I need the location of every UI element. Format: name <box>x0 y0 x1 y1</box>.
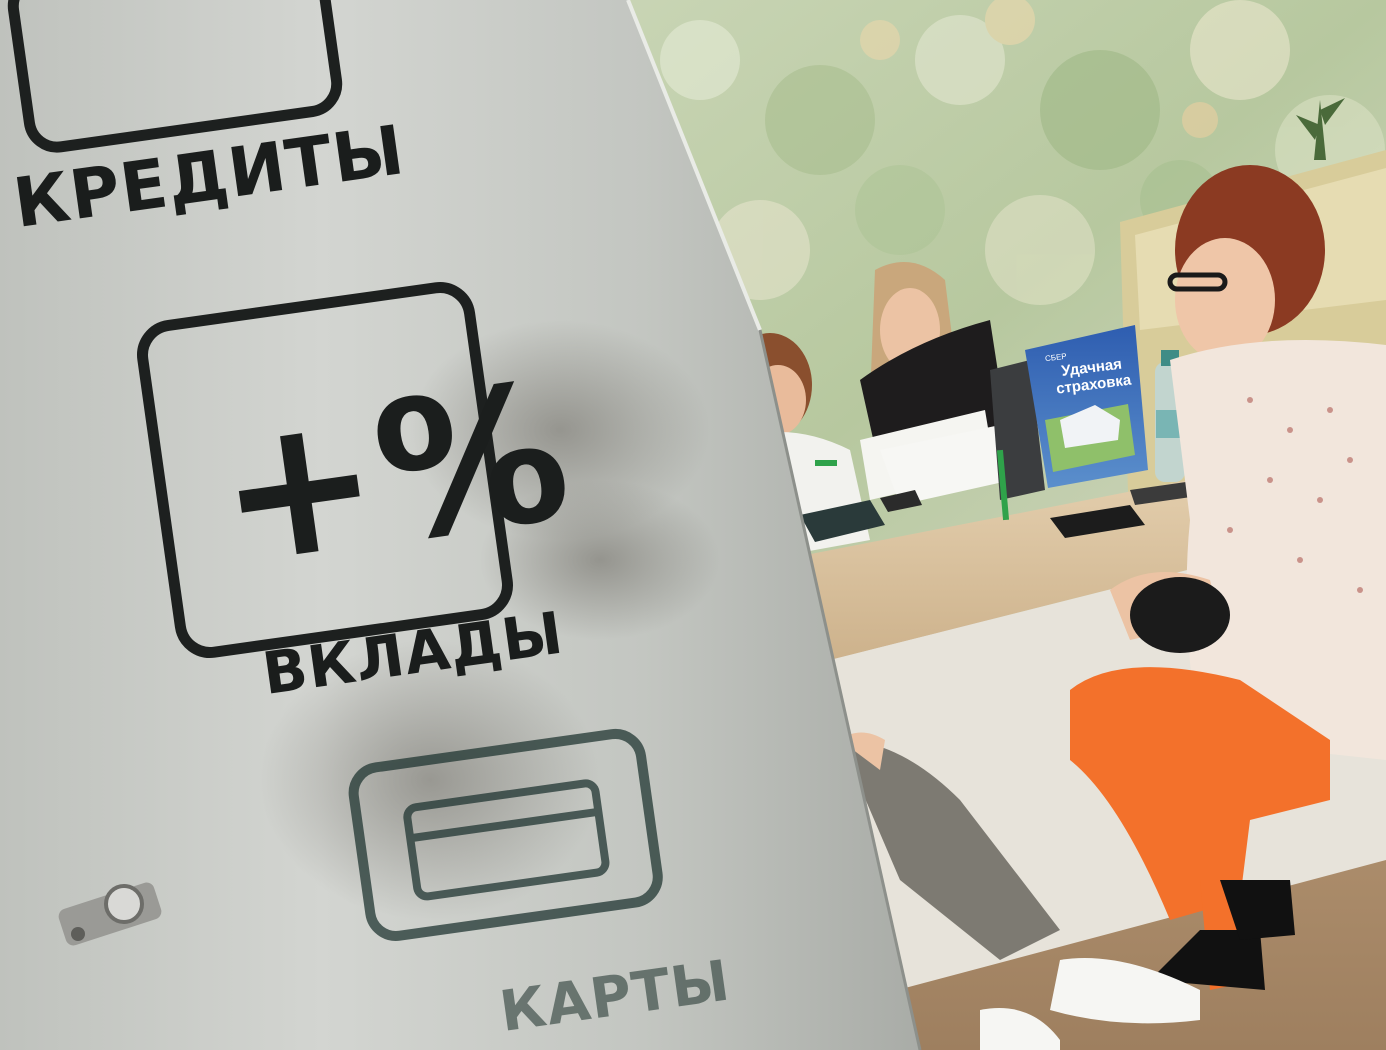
percent-label: +% <box>204 340 582 609</box>
bank-office-photo: КРЕДИТЫ +% ВКЛАДЫ КАРТЫ СБЕР Удачная стр… <box>0 0 1386 1050</box>
